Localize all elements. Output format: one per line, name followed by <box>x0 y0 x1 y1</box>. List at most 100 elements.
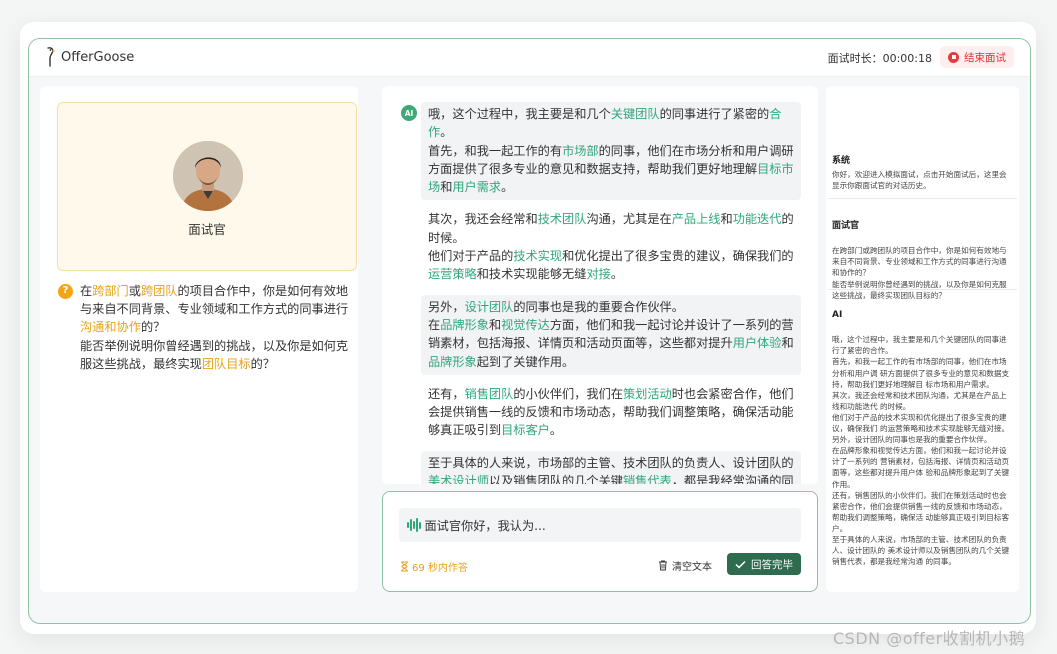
text-segment: 另外， <box>428 299 465 314</box>
answer-input-value: 面试官你好，我认为... <box>424 519 546 533</box>
highlighted-term: 销售代表 <box>623 474 672 484</box>
goose-logo-icon <box>47 47 56 67</box>
highlighted-term: 销售团队 <box>464 386 514 401</box>
text-segment: 或 <box>128 284 141 298</box>
highlighted-term: 市场部 <box>562 143 599 158</box>
time-limit: 69 秒内作答 <box>400 559 468 574</box>
interview-question: ? 在跨部门或跨团队的项目合作中，你是如何有效地与来自不同背景、专业领域和工作方… <box>58 282 358 373</box>
text-segment: 在 <box>428 317 441 332</box>
history-role: 面试官 <box>832 221 860 232</box>
text-segment: 。 <box>549 423 563 438</box>
text-segment: 。 <box>501 180 514 195</box>
text-segment: 的？ <box>250 356 275 371</box>
interviewer-panel: 面试官 ? 在跨部门或跨团队的项目合作中，你是如何有效地与来自不同背景、专业领域… <box>40 86 358 592</box>
ai-avatar-icon: AI <box>401 105 417 121</box>
check-icon <box>735 560 746 569</box>
highlighted-term: 技术实现 <box>513 249 563 264</box>
highlighted-term: 策划活动 <box>623 386 672 401</box>
highlighted-term: 品牌形象 <box>440 317 489 332</box>
answer-paragraph: 至于具体的人来说，市场部的主管、技术团队的负责人、设计团队的美术设计师以及销售团… <box>421 450 801 484</box>
answer-message-list: 哦，这个过程中，我主要是和几个关键团队的同事进行了紧密的合作。 首先，和我一起工作… <box>421 102 801 484</box>
history-text: 你好，欢迎进入模拟面试，点击开始面试后，这里会显示你跟面试官的对话历史。 <box>832 170 1007 191</box>
text-segment: 他们对于产品的 <box>428 249 514 264</box>
divider <box>828 289 1017 290</box>
highlighted-term: 用户体验 <box>732 336 782 351</box>
highlighted-term: 跨部门 <box>92 284 129 298</box>
highlighted-term: 美术设计师 <box>428 474 489 484</box>
app-window: OfferGoose 面试时长：00:00:18 结束面试 面试官 ? 在跨部门… <box>28 38 1031 624</box>
ai-answer-panel[interactable]: AI 哦，这个过程中，我主要是和几个关键团队的同事进行了紧密的合作。 首先，和我一… <box>382 86 818 484</box>
clear-text-label: 清空文本 <box>672 562 712 573</box>
history-text: 哦，这个过程中，我主要是和几个关键团队的同事进行了紧密的合作。 首先，和我一起工… <box>832 335 1010 567</box>
app-name: OfferGoose <box>61 49 135 65</box>
history-role: 系统 <box>832 156 851 166</box>
highlighted-term: 对接 <box>586 267 611 282</box>
highlighted-term: 设计团队 <box>464 299 514 314</box>
text-segment: 起到了关键作用。 <box>476 354 575 369</box>
question-icon: ? <box>58 284 73 299</box>
text-segment: 和 <box>720 212 733 227</box>
text-segment: 。 <box>440 125 453 140</box>
end-interview-button[interactable]: 结束面试 <box>940 46 1014 68</box>
app-logo: OfferGoose <box>43 46 134 68</box>
finish-answer-label: 回答完毕 <box>751 558 793 571</box>
answer-paragraph: 还有，销售团队的小伙伴们，我们在策划活动时也会紧密合作，他们会提供销售一线的反馈… <box>421 382 801 444</box>
question-followup-text: 能否举例说明你曾经遇到的挑战，以及你是如何克服这些挑战，最终实现团队目标的？ <box>58 337 358 373</box>
interviewer-avatar <box>173 141 243 211</box>
highlighted-term: 用户需求 <box>452 180 502 195</box>
highlighted-term: 跨团队 <box>140 284 178 298</box>
stop-icon <box>948 51 959 63</box>
interviewer-name: 面试官 <box>188 222 226 237</box>
text-segment: 和 <box>781 336 794 351</box>
highlighted-term: 品牌形象 <box>428 354 477 369</box>
highlighted-term: 关键团队 <box>610 107 660 121</box>
history-item-ai: AI 哦，这个过程中，我主要是和几个关键团队的同事进行了紧密的合作。 首先，和我… <box>832 299 1012 578</box>
text-segment: 哦，这个过程中，我主要是和几个 <box>428 107 611 121</box>
history-item-system: 系统 你好，欢迎进入模拟面试，点击开始面试后，这里会显示你跟面试官的对话历史。 <box>832 156 1012 191</box>
end-interview-label: 结束面试 <box>964 51 1006 64</box>
history-text: 在跨部门或跨团队的项目合作中，你是如何有效地与来自不同背景、专业领域和工作方式的… <box>832 246 1007 300</box>
highlighted-term: 技术团队 <box>537 212 587 227</box>
text-segment: 在 <box>80 284 93 298</box>
highlighted-term: 产品上线 <box>671 212 721 227</box>
watermark: CSDN @offer收割机小鹅 <box>833 629 1026 648</box>
text-segment: 的？ <box>140 320 166 335</box>
text-segment: 还有， <box>428 386 465 401</box>
text-segment: 和 <box>440 180 453 195</box>
highlighted-term: 视觉传达 <box>501 317 550 332</box>
interviewer-card: 面试官 <box>57 102 357 271</box>
answer-input[interactable]: 面试官你好，我认为... <box>399 508 801 542</box>
top-bar: OfferGoose 面试时长：00:00:18 结束面试 <box>29 39 1030 77</box>
clear-text-button[interactable]: 清空文本 <box>658 558 712 573</box>
text-segment: 其次，我还会经常和 <box>428 212 538 227</box>
text-segment: 。 <box>610 267 623 282</box>
text-segment: 的小伙伴们，我们在 <box>513 386 623 401</box>
highlighted-term: 功能迭代 <box>732 212 782 227</box>
text-segment: 的同事进行了紧密的 <box>659 107 770 121</box>
text-segment: 的同事也是我的重要合作伙伴。 <box>513 299 684 314</box>
history-role: AI <box>832 310 843 321</box>
answer-input-panel: 面试官你好，我认为... 69 秒内作答 清空文本 回答完毕 <box>382 491 818 592</box>
answer-paragraph: 其次，我还会经常和技术团队沟通，尤其是在产品上线和功能迭代的时候。 他们对于产品的… <box>421 207 801 287</box>
history-item-interviewer: 面试官 在跨部门或跨团队的项目合作中，你是如何有效地与来自不同背景、专业领域和工… <box>832 210 1012 312</box>
text-segment: 和优化提出了很多宝贵的建议，确保我们的 <box>562 249 794 264</box>
finish-answer-button[interactable]: 回答完毕 <box>727 553 801 575</box>
hourglass-icon <box>401 561 408 572</box>
trash-icon <box>659 560 667 571</box>
text-segment: 沟通，尤其是在 <box>586 212 672 227</box>
question-text: 在跨部门或跨团队的项目合作中，你是如何有效地与来自不同背景、专业领域和工作方式的… <box>58 282 358 337</box>
voice-wave-icon <box>407 518 421 532</box>
highlighted-term: 目标客户 <box>501 423 550 438</box>
highlighted-term: 运营策略 <box>428 267 477 282</box>
text-segment: 至于具体的人来说，市场部的主管、技术团队的负责人、设计团队的 <box>428 455 794 470</box>
interview-timer: 面试时长：00:00:18 <box>827 52 932 65</box>
highlighted-term: 沟通和协作 <box>80 320 141 335</box>
answer-paragraph: 另外，设计团队的同事也是我的重要合作伙伴。 在品牌形象和视觉传达方面，他们和我一起… <box>421 294 801 375</box>
text-segment: 和 <box>488 317 502 332</box>
text-segment: 首先，和我一起工作的有 <box>428 143 563 158</box>
text-segment: 和技术实现能够无缝 <box>476 267 587 282</box>
conversation-history-panel[interactable]: 系统 你好，欢迎进入模拟面试，点击开始面试后，这里会显示你跟面试官的对话历史。 … <box>826 86 1019 592</box>
time-limit-label: 69 秒内作答 <box>412 563 468 574</box>
divider <box>828 198 1017 199</box>
highlighted-term: 团队目标 <box>201 356 251 371</box>
